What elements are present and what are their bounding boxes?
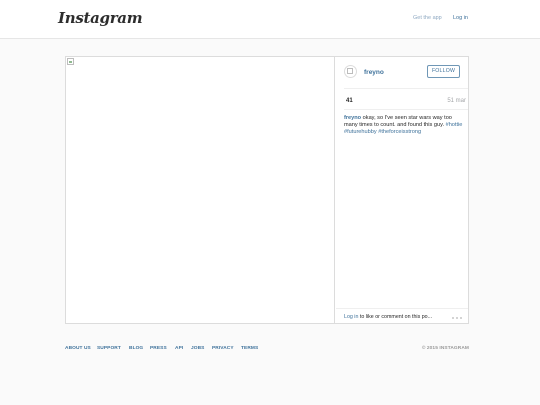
get-the-app-link[interactable]: Get the app [413,15,442,21]
login-prompt: Log in to like or comment on this po... [344,314,432,320]
login-link[interactable]: Log in [453,15,468,21]
post-card: freyno FOLLOW 41 51 mar freyno okay, so … [65,56,469,324]
avatar[interactable] [344,65,357,78]
meta-divider [344,109,468,110]
login-prompt-link[interactable]: Log in [344,314,358,320]
post-username[interactable]: freyno [364,69,384,76]
footer-link-jobs[interactable]: JOBS [191,346,204,351]
instagram-logo[interactable]: Instagram [58,9,143,27]
copyright-text: © 2015 INSTAGRAM [421,346,469,351]
post-photo[interactable] [66,57,335,323]
header-divider [344,88,468,89]
top-navigation-bar: Instagram Get the app Log in [0,0,540,39]
footer-link-press[interactable]: PRESS [150,346,167,351]
caption-text: okay, so I've seen star wars way too man… [344,115,452,128]
footer-link-blog[interactable]: BLOG [129,346,143,351]
post-caption: freyno okay, so I've seen star wars way … [344,115,463,136]
footer-link-privacy[interactable]: PRIVACY [212,346,234,351]
post-sidebar: freyno FOLLOW 41 51 mar freyno okay, so … [336,57,468,323]
hashtag-link[interactable]: #futurehubby [344,129,377,135]
ellipsis-icon[interactable] [452,317,463,319]
footer-link-support[interactable]: SUPPORT [97,346,121,351]
login-prompt-text: to like or comment on this po... [358,314,433,320]
hashtag-link[interactable]: #theforceisstrong [378,129,421,135]
comment-bar: Log in to like or comment on this po... [336,308,468,324]
caption-username[interactable]: freyno [344,115,361,121]
footer-link-about-us[interactable]: ABOUT US [65,346,91,351]
follow-button[interactable]: FOLLOW [427,65,460,78]
footer-link-terms[interactable]: TERMS [241,346,258,351]
post-date[interactable]: 51 mar [447,98,466,104]
hashtag-link[interactable]: #hottie [446,122,463,128]
footer-link-api[interactable]: API [175,346,183,351]
likes-count[interactable]: 41 [346,98,353,104]
broken-image-icon [67,58,74,65]
